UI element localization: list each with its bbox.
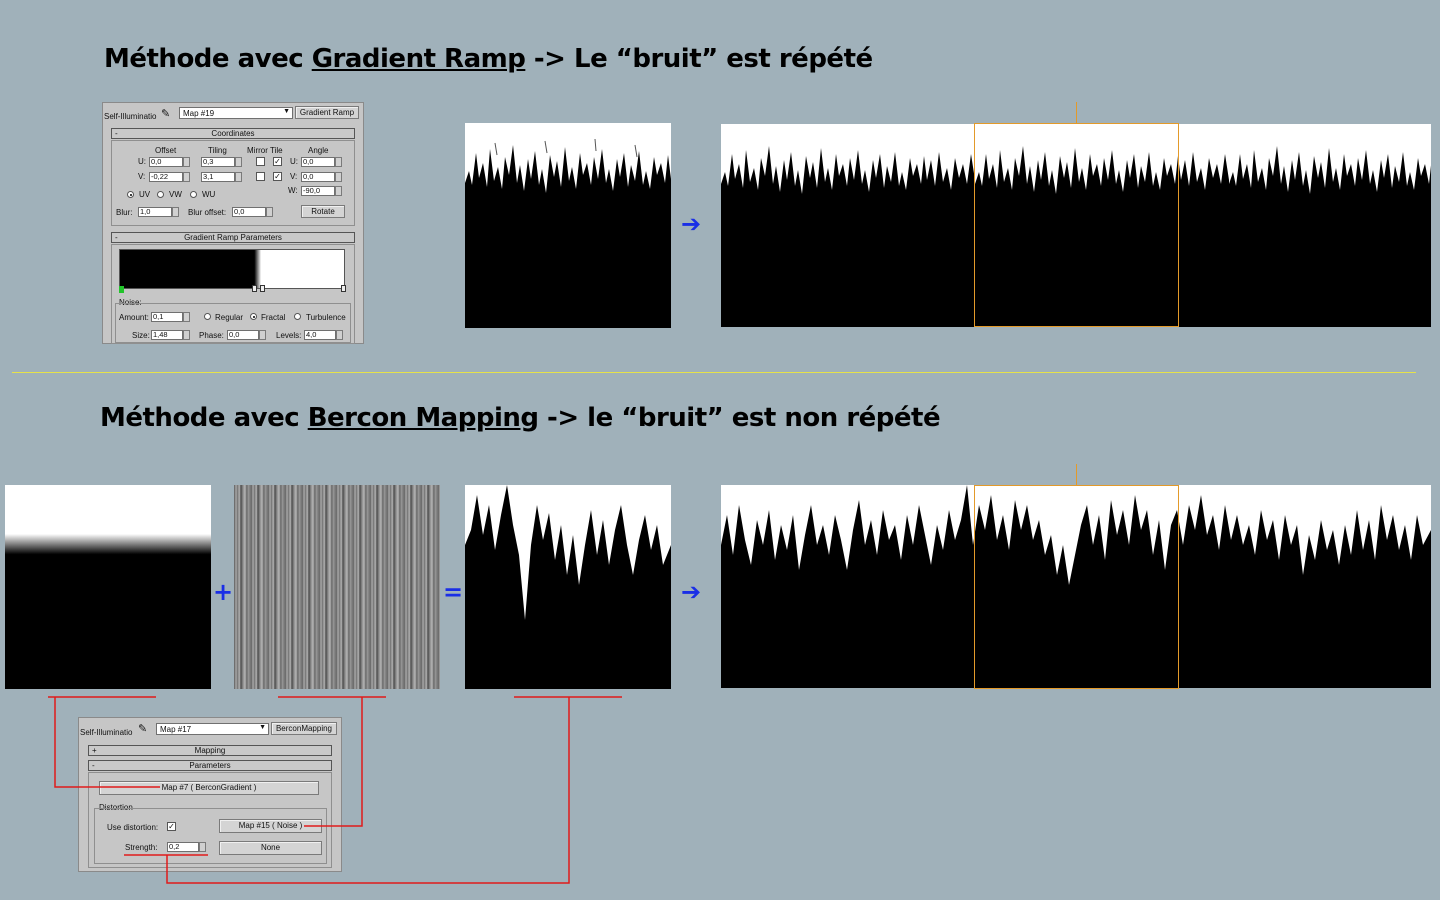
- size-label: Size:: [132, 331, 150, 340]
- v-angle-label: V:: [290, 172, 298, 181]
- mirror-tile-header: Mirror Tile: [247, 146, 283, 155]
- phase-label: Phase:: [199, 331, 224, 340]
- ramp-flag-mid2[interactable]: [260, 285, 265, 292]
- blur-offset-field[interactable]: 0,0: [232, 207, 273, 217]
- tiling-header: Tiling: [208, 146, 227, 155]
- turbulence-radio[interactable]: [294, 313, 301, 320]
- bercon-mapping-panel: Self-Illuminatio ✎ Map #17 ▼ BerconMappin…: [78, 717, 342, 872]
- blur-offset-label: Blur offset:: [188, 208, 227, 217]
- v-mirror-checkbox[interactable]: [256, 172, 265, 181]
- map-name-dropdown-2[interactable]: Map #17 ▼: [156, 723, 269, 735]
- v-tile-checkbox[interactable]: ✓: [273, 172, 282, 181]
- highlight-marker-top-2: [1076, 464, 1077, 485]
- chevron-down-icon: ▼: [283, 108, 290, 115]
- gradient-ramp-preview[interactable]: [119, 249, 345, 289]
- distortion-group: [94, 808, 327, 864]
- amount-label: Amount:: [119, 313, 149, 322]
- ramp-flag-end[interactable]: [341, 285, 346, 292]
- blur-field[interactable]: 1,0: [138, 207, 179, 217]
- chevron-down-icon-2: ▼: [259, 724, 266, 731]
- strength-field[interactable]: 0,2: [167, 842, 206, 852]
- angle-header: Angle: [308, 146, 329, 155]
- parameters-rollout[interactable]: - Parameters: [88, 760, 332, 771]
- arrow-right-icon: ➔: [681, 210, 702, 238]
- gradient-map-button[interactable]: Map #7 ( BerconGradient ): [99, 781, 319, 795]
- wu-radio[interactable]: [190, 191, 197, 198]
- gradient-ramp-tiled-result: [721, 124, 1431, 327]
- bercon-tiled-svg: [721, 485, 1431, 688]
- w-angle-label: W:: [288, 186, 298, 195]
- mapping-rollout[interactable]: + Mapping: [88, 745, 332, 756]
- plus-icon: +: [213, 578, 234, 606]
- v-offset-field[interactable]: -0,22: [149, 172, 190, 182]
- noise-stripes-tile: [234, 485, 440, 689]
- noise-map-button[interactable]: Map #15 ( Noise ): [219, 819, 322, 833]
- ramp-flag-start[interactable]: [119, 286, 124, 293]
- map-type-button-2[interactable]: BerconMapping: [271, 722, 337, 735]
- turbulence-label: Turbulence: [306, 313, 346, 322]
- vw-label: VW: [169, 190, 182, 199]
- levels-label: Levels:: [276, 331, 302, 340]
- arrow-right-icon-2: ➔: [681, 578, 702, 606]
- uv-radio[interactable]: [127, 191, 134, 198]
- gradient-ramp-params-rollout[interactable]: - Gradient Ramp Parameters: [111, 232, 355, 243]
- use-distortion-label: Use distortion:: [107, 823, 159, 832]
- size-field[interactable]: 1,48: [151, 330, 190, 340]
- offset-header: Offset: [155, 146, 177, 155]
- u-tiling-field[interactable]: 0,3: [201, 157, 242, 167]
- u-tile-checkbox[interactable]: ✓: [273, 157, 282, 166]
- slot-label: Self-Illuminatio: [104, 112, 157, 121]
- levels-field[interactable]: 4,0: [304, 330, 343, 340]
- vw-radio[interactable]: [157, 191, 164, 198]
- phase-field[interactable]: 0,0: [227, 330, 266, 340]
- regular-label: Regular: [215, 313, 244, 322]
- bercon-mapping-link: Bercon Mapping: [307, 403, 539, 433]
- u-offset-field[interactable]: 0,0: [149, 157, 190, 167]
- section1-title: Méthode avec Gradient Ramp -> Le “bruit”…: [104, 44, 873, 74]
- eyedropper-icon[interactable]: ✎: [161, 107, 170, 120]
- highlight-marker-top-1: [1076, 102, 1077, 123]
- fractal-radio[interactable]: [250, 313, 257, 320]
- strength-label: Strength:: [125, 843, 158, 852]
- bercon-tiled-result: [721, 485, 1431, 688]
- bercon-tile-svg: [465, 485, 671, 689]
- tiled-svg: [721, 124, 1431, 327]
- eyedropper-icon-2[interactable]: ✎: [138, 722, 147, 735]
- bercon-gradient-tile: [5, 485, 211, 689]
- gradient-ramp-panel: Self-Illuminatio ✎ Map #19 ▼ Gradient Ram…: [102, 102, 364, 344]
- map-name-dropdown[interactable]: Map #19 ▼: [179, 107, 293, 119]
- v-label: V:: [138, 172, 146, 181]
- tile-svg: [465, 123, 671, 328]
- coordinates-rollout[interactable]: - Coordinates: [111, 128, 355, 139]
- v-tiling-field[interactable]: 3,1: [201, 172, 242, 182]
- regular-radio[interactable]: [204, 313, 211, 320]
- amount-field[interactable]: 0,1: [151, 312, 190, 322]
- u-label: U:: [138, 157, 146, 166]
- w-angle-field[interactable]: -90,0: [301, 186, 342, 196]
- equals-icon: =: [443, 578, 464, 606]
- gradient-ramp-link: Gradient Ramp: [311, 44, 526, 74]
- u-mirror-checkbox[interactable]: [256, 157, 265, 166]
- u-angle-label: U:: [290, 157, 298, 166]
- wu-label: WU: [202, 190, 216, 199]
- ramp-flag-mid[interactable]: [252, 285, 257, 292]
- rotate-button[interactable]: Rotate: [301, 205, 345, 218]
- bercon-result-tile: [465, 485, 671, 689]
- uv-label: UV: [139, 190, 151, 199]
- section2-title: Méthode avec Bercon Mapping -> le “bruit…: [100, 403, 941, 433]
- none-map-button[interactable]: None: [219, 841, 322, 855]
- use-distortion-checkbox[interactable]: ✓: [167, 822, 176, 831]
- u-angle-field[interactable]: 0,0: [301, 157, 342, 167]
- section-divider: [12, 372, 1416, 373]
- map-type-button[interactable]: Gradient Ramp: [295, 106, 359, 119]
- blur-label: Blur:: [116, 208, 133, 217]
- slot-label-2: Self-Illuminatio: [80, 728, 133, 737]
- fractal-label: Fractal: [261, 313, 286, 322]
- gradient-ramp-noise-tile: [465, 123, 671, 328]
- v-angle-field[interactable]: 0,0: [301, 172, 342, 182]
